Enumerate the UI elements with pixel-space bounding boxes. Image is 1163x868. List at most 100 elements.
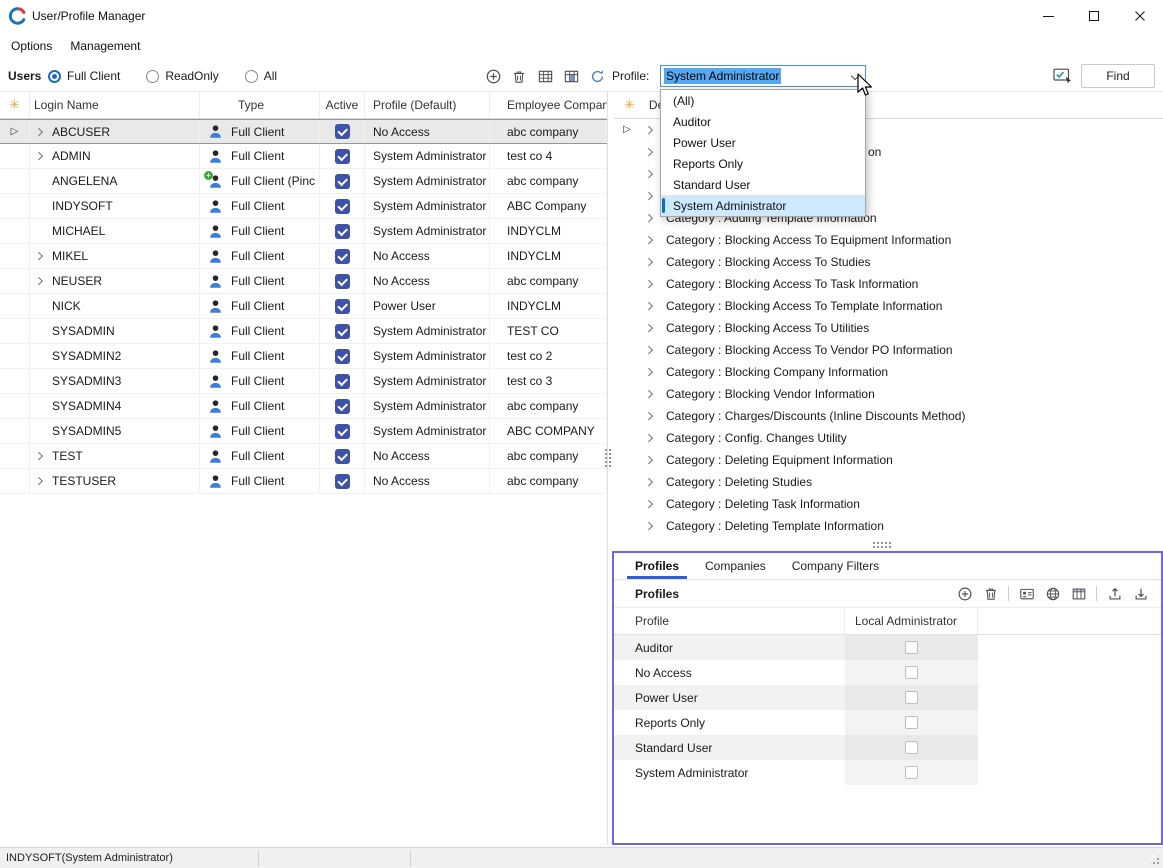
user-row[interactable]: ANGELENA+Full Client (PincSystem Adminis… [0,169,607,194]
tree-row[interactable]: Category : Config. Changes Utility [614,427,1163,449]
tree-row[interactable]: Category : Blocking Vendor Information [614,383,1163,405]
expand-chevron-icon[interactable] [640,479,660,485]
tree-row[interactable]: Category : Blocking Access To Template I… [614,295,1163,317]
expand-chevron-icon[interactable] [640,501,660,507]
tree-row[interactable]: Category : Deleting Template Information [614,515,1163,537]
tab-companies[interactable]: Companies [692,553,779,579]
expand-chevron-icon[interactable] [35,452,43,460]
close-button[interactable] [1117,0,1163,32]
user-row[interactable]: TESTUSERFull ClientNo Accessabc company [0,469,607,494]
expand-chevron-icon[interactable] [640,149,660,155]
profile-row[interactable]: Reports Only [614,710,1161,735]
dropdown-option[interactable]: System Administrator [661,195,865,216]
expand-chevron-icon[interactable] [35,152,43,160]
export-icon[interactable] [1106,585,1123,602]
local-admin-checkbox[interactable] [905,741,918,754]
tree-row[interactable]: Category : Deleting Equipment Informatio… [614,449,1163,471]
user-row[interactable]: SYSADMIN2Full ClientSystem Administrator… [0,344,607,369]
profile-row[interactable]: Power User [614,685,1161,710]
grid-view-icon[interactable] [535,67,555,86]
user-row[interactable]: ▷ABCUSERFull ClientNo Accessabc company [0,119,607,144]
tree-row[interactable]: Category : Blocking Access To Vendor PO … [614,339,1163,361]
user-row[interactable]: MIKELFull ClientNo AccessINDYCLM [0,244,607,269]
delete-icon[interactable] [509,67,529,86]
active-checkbox[interactable] [335,174,350,189]
add-user-icon[interactable] [483,67,503,86]
user-row[interactable]: SYSADMIN4Full ClientSystem Administrator… [0,394,607,419]
minimize-button[interactable] [1025,0,1071,32]
dropdown-option[interactable]: Power User [661,132,865,153]
active-checkbox[interactable] [335,274,350,289]
expand-chevron-icon[interactable] [640,237,660,243]
active-checkbox[interactable] [335,424,350,439]
active-checkbox[interactable] [335,399,350,414]
column-header-local-administrator[interactable]: Local Administrator [845,608,978,634]
user-row[interactable]: INDYSOFTFull ClientSystem AdministratorA… [0,194,607,219]
refresh-icon[interactable] [587,67,607,86]
profile-row[interactable]: Standard User [614,735,1161,760]
tree-row[interactable]: Category : Blocking Access To Task Infor… [614,273,1163,295]
active-checkbox[interactable] [335,199,350,214]
tree-row[interactable]: Category : Deleting Task Information [614,493,1163,515]
tab-company-filters[interactable]: Company Filters [779,553,892,579]
customize-gear-icon[interactable] [0,92,30,118]
user-row[interactable]: SYSADMIN5Full ClientSystem Administrator… [0,419,607,444]
expand-chevron-icon[interactable] [640,391,660,397]
menu-management[interactable]: Management [61,32,149,60]
expand-chevron-icon[interactable] [640,171,660,177]
vertical-splitter-handle[interactable] [604,448,612,468]
menu-options[interactable]: Options [2,32,61,60]
local-admin-checkbox[interactable] [905,691,918,704]
expand-chevron-icon[interactable] [640,193,660,199]
tree-row[interactable]: Category : Charges/Discounts (Inline Dis… [614,405,1163,427]
tree-row[interactable]: Category : Deleting Studies [614,471,1163,493]
import-icon[interactable] [1132,585,1149,602]
find-options-icon[interactable] [1053,67,1073,85]
radio-full-client[interactable]: Full Client [48,69,120,83]
user-row[interactable]: SYSADMIN3Full ClientSystem Administrator… [0,369,607,394]
dropdown-option[interactable]: Standard User [661,174,865,195]
active-checkbox[interactable] [335,374,350,389]
dropdown-option[interactable]: Reports Only [661,153,865,174]
expand-chevron-icon[interactable] [640,215,660,221]
column-grid-icon[interactable] [1070,585,1087,602]
column-header-profile[interactable]: Profile [614,608,845,634]
expand-chevron-icon[interactable] [640,347,660,353]
globe-grid-icon[interactable] [1044,585,1061,602]
gear-icon[interactable] [624,98,635,112]
active-checkbox[interactable] [335,224,350,239]
user-row[interactable]: NICKFull ClientPower UserINDYCLM [0,294,607,319]
expand-chevron-icon[interactable] [640,303,660,309]
column-header-active[interactable]: Active [320,92,365,118]
expand-chevron-icon[interactable] [35,277,43,285]
active-checkbox[interactable] [335,299,350,314]
local-admin-checkbox[interactable] [905,641,918,654]
user-row[interactable]: MICHAELFull ClientSystem AdministratorIN… [0,219,607,244]
expand-chevron-icon[interactable] [640,127,660,133]
profile-row[interactable]: Auditor [614,635,1161,660]
radio-readonly[interactable]: ReadOnly [146,69,218,83]
active-checkbox[interactable] [335,474,350,489]
local-admin-checkbox[interactable] [905,766,918,779]
user-row[interactable]: ADMINFull ClientSystem Administratortest… [0,144,607,169]
expand-chevron-icon[interactable] [640,259,660,265]
column-header-employee-company[interactable]: Employee Company [490,92,607,118]
expand-chevron-icon[interactable] [640,325,660,331]
local-admin-checkbox[interactable] [905,716,918,729]
expand-chevron-icon[interactable] [35,252,43,260]
profile-row[interactable]: System Administrator [614,760,1161,785]
dropdown-option[interactable]: Auditor [661,111,865,132]
active-checkbox[interactable] [335,324,350,339]
horizontal-splitter-handle[interactable] [872,541,892,549]
expand-chevron-icon[interactable] [640,281,660,287]
find-button[interactable]: Find [1081,64,1155,88]
profile-combobox[interactable]: System Administrator [660,65,866,87]
expand-chevron-icon[interactable] [35,128,43,136]
column-header-type[interactable]: Type [200,92,320,118]
expand-chevron-icon[interactable] [640,435,660,441]
expand-chevron-icon[interactable] [640,457,660,463]
local-admin-checkbox[interactable] [905,666,918,679]
active-checkbox[interactable] [335,449,350,464]
matrix-view-icon[interactable] [561,67,581,86]
tree-row[interactable]: Category : Blocking Company Information [614,361,1163,383]
